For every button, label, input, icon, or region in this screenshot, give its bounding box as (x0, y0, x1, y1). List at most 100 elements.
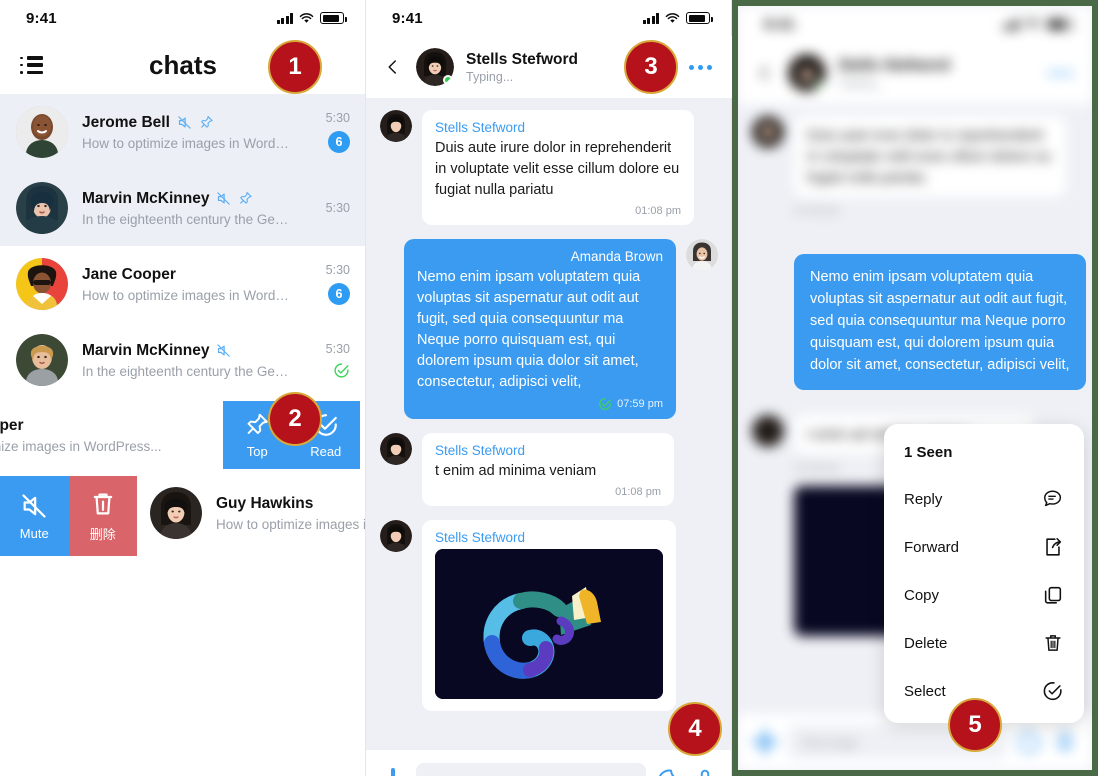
message-text: t enim ad minima veniam (435, 463, 597, 480)
avatar (788, 54, 826, 92)
chat-item-meta: 5:30 6 (306, 263, 350, 305)
avatar[interactable] (416, 48, 454, 86)
message-row: Amanda Brown Nemo enim ipsam voluptatem … (380, 239, 718, 420)
status-bar: 9:41 (366, 0, 732, 36)
sticker-icon[interactable] (656, 768, 682, 776)
thread-contact-info: Stells Stefword Typing... (838, 57, 1037, 90)
signal-bars-icon (276, 12, 293, 24)
chat-item-body: Jerome Bell How to optimize images in Wo… (82, 114, 292, 151)
status-icons (642, 12, 713, 24)
list-menu-icon[interactable] (20, 56, 44, 74)
chat-list-item[interactable]: Jerome Bell How to optimize images in Wo… (0, 94, 366, 170)
context-menu-item-delete[interactable]: Delete (884, 619, 1084, 667)
chat-item-time: 5:30 (325, 341, 350, 356)
message-input[interactable] (416, 763, 646, 776)
message-row: Stells Stefword (380, 520, 718, 712)
chat-item-preview: In the eighteenth century the German phi… (82, 211, 292, 227)
trash-icon (93, 493, 113, 514)
step-marker-5: 5 (948, 698, 1002, 752)
avatar (16, 182, 68, 234)
avatar (752, 116, 784, 148)
message-sender: Stells Stefword (435, 530, 526, 546)
chat-item-name: Jane Cooper (82, 265, 176, 283)
status-bar: 9:41 (0, 0, 366, 36)
message-list: Stells Stefword Duis aute irure dolor in… (366, 98, 732, 750)
chat-list-item-swiped[interactable]: Mute 删除 Guy Hawkins How to optimize imag… (0, 472, 366, 556)
signal-bars-icon (642, 12, 659, 24)
message-row: Duis aute irure dolor in reprehenderit i… (752, 116, 1078, 198)
message-sender: Stells Stefword (435, 120, 526, 135)
online-status-dot (815, 81, 825, 91)
chat-item-body: Marvin McKinney In the eighteenth centur… (82, 342, 292, 379)
screenshot-stage: 9:41 chats Jerome Bell How to optimize i… (0, 0, 1098, 776)
microphone-icon[interactable] (692, 768, 718, 776)
context-menu-item-forward[interactable]: Forward (884, 523, 1084, 571)
message-bubble[interactable]: Amanda Brown Nemo enim ipsam voluptatem … (404, 239, 676, 420)
context-menu-label: Forward (904, 538, 960, 556)
battery-icon (686, 12, 713, 24)
chat-item-name: Marvin McKinney (82, 341, 210, 359)
step-marker-1: 1 (268, 40, 322, 94)
battery-icon (1046, 18, 1073, 30)
chevron-left-icon[interactable] (382, 58, 404, 76)
mute-icon (22, 493, 46, 518)
chat-item-preview: How to optimize images in WordPress for.… (82, 287, 292, 303)
message-bubble[interactable]: Stells Stefword Duis aute irure dolor in… (422, 110, 694, 226)
context-menu-label: Delete (904, 634, 948, 652)
plus-icon (752, 729, 778, 755)
wifi-icon (1025, 18, 1040, 30)
thread-panel: 9:41 Stells Stefword Typing... Stells St… (366, 0, 732, 776)
avatar (686, 239, 718, 272)
panel-divider (365, 0, 366, 776)
chat-list-item[interactable]: Marvin McKinney In the eighteenth centur… (0, 170, 366, 246)
step-marker-3: 3 (624, 40, 678, 94)
swipe-action-label: Mute (19, 525, 49, 541)
focused-message-bubble[interactable]: Nemo enim ipsam voluptatem quia voluptas… (794, 254, 1086, 391)
trash-icon (1045, 635, 1061, 651)
status-time: 9:41 (26, 9, 57, 27)
avatar (16, 106, 68, 158)
chat-item-time: 5:30 (325, 201, 350, 215)
chat-list-item[interactable]: Marvin McKinney In the eighteenth centur… (0, 322, 366, 398)
swipe-action-delete[interactable]: 删除 (68, 476, 137, 556)
chat-list-item[interactable]: Jane Cooper How to optimize images in Wo… (0, 246, 366, 322)
thread-contact-status: Typing... (838, 75, 886, 90)
avatar (380, 520, 412, 553)
context-menu-item-copy[interactable]: Copy (884, 571, 1084, 619)
message-sender: Amanda Brown (570, 249, 663, 265)
swipe-action-label: 删除 (89, 526, 116, 542)
chat-item-meta: 5:30 (306, 201, 350, 215)
microphone-icon (1056, 730, 1074, 753)
image-thumbnail-chameleon-logo[interactable] (435, 549, 663, 700)
chat-item-body: Marvin McKinney In the eighteenth centur… (82, 190, 292, 227)
plus-icon[interactable] (380, 768, 406, 776)
sticker-icon (1017, 730, 1041, 754)
chat-item-name: Marvin McKinney (82, 189, 210, 207)
mute-icon (217, 192, 231, 205)
chat-item-body: Jane Cooper How to optimize images in Wo… (82, 266, 292, 303)
message-sender: Stells Stefword (435, 443, 526, 459)
more-horizontal-icon[interactable] (689, 64, 716, 70)
chat-item-body: Guy Hawkins How to optimize images in W (216, 495, 366, 532)
avatar (16, 334, 68, 386)
message-composer (366, 750, 732, 776)
chevron-left-icon (754, 64, 776, 82)
swipe-actions-left: Mute 删除 (0, 476, 137, 556)
status-time: 9:41 (764, 15, 795, 33)
context-menu-item-reply[interactable]: Reply (884, 475, 1084, 523)
chat-item-meta: 5:30 6 (306, 111, 350, 153)
avatar (752, 415, 784, 448)
status-time: 9:41 (392, 9, 423, 27)
swipe-action-mute[interactable]: Mute (0, 476, 69, 556)
copy-icon (1044, 586, 1062, 604)
message-row: Stells Stefword t enim ad minima veniam … (380, 433, 718, 507)
message-time: 07:59 pm (617, 398, 663, 411)
message-bubble[interactable]: Stells Stefword t enim ad minima veniam … (422, 433, 674, 507)
message-text: Nemo enim ipsam voluptatem quia voluptas… (810, 269, 1070, 374)
status-icons (276, 12, 347, 24)
avatar (380, 433, 412, 466)
wifi-icon (299, 12, 314, 24)
chat-list: Jerome Bell How to optimize images in Wo… (0, 94, 366, 556)
message-bubble[interactable]: Stells Stefword (422, 520, 676, 712)
chat-item-meta: 5:30 (306, 342, 350, 379)
